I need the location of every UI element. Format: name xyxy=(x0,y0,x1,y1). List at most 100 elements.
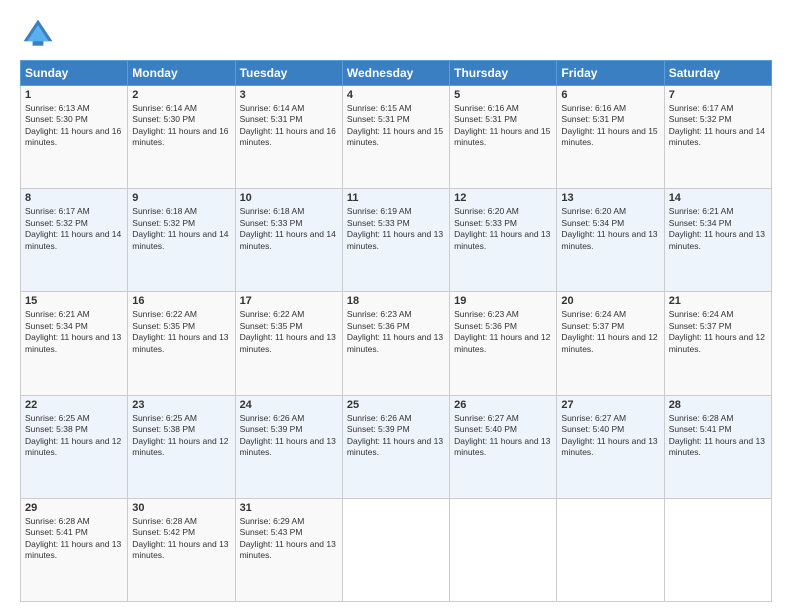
day-number: 10 xyxy=(240,192,338,204)
calendar-cell: 13 Sunrise: 6:20 AM Sunset: 5:34 PM Dayl… xyxy=(557,189,664,292)
week-row-3: 15 Sunrise: 6:21 AM Sunset: 5:34 PM Dayl… xyxy=(21,292,772,395)
logo-icon xyxy=(20,16,56,52)
header xyxy=(20,16,772,52)
day-info: Sunrise: 6:24 AM Sunset: 5:37 PM Dayligh… xyxy=(561,309,659,355)
day-info: Sunrise: 6:18 AM Sunset: 5:33 PM Dayligh… xyxy=(240,206,338,252)
calendar-cell: 28 Sunrise: 6:28 AM Sunset: 5:41 PM Dayl… xyxy=(664,395,771,498)
day-info: Sunrise: 6:25 AM Sunset: 5:38 PM Dayligh… xyxy=(132,413,230,459)
day-info: Sunrise: 6:23 AM Sunset: 5:36 PM Dayligh… xyxy=(454,309,552,355)
day-info: Sunrise: 6:21 AM Sunset: 5:34 PM Dayligh… xyxy=(25,309,123,355)
col-header-friday: Friday xyxy=(557,61,664,86)
logo xyxy=(20,16,60,52)
day-number: 12 xyxy=(454,192,552,204)
calendar-cell: 20 Sunrise: 6:24 AM Sunset: 5:37 PM Dayl… xyxy=(557,292,664,395)
day-info: Sunrise: 6:14 AM Sunset: 5:30 PM Dayligh… xyxy=(132,103,230,149)
calendar-cell: 16 Sunrise: 6:22 AM Sunset: 5:35 PM Dayl… xyxy=(128,292,235,395)
col-header-thursday: Thursday xyxy=(450,61,557,86)
day-number: 23 xyxy=(132,399,230,411)
day-number: 24 xyxy=(240,399,338,411)
day-info: Sunrise: 6:28 AM Sunset: 5:41 PM Dayligh… xyxy=(25,516,123,562)
col-header-tuesday: Tuesday xyxy=(235,61,342,86)
calendar-cell: 19 Sunrise: 6:23 AM Sunset: 5:36 PM Dayl… xyxy=(450,292,557,395)
day-info: Sunrise: 6:26 AM Sunset: 5:39 PM Dayligh… xyxy=(240,413,338,459)
day-info: Sunrise: 6:22 AM Sunset: 5:35 PM Dayligh… xyxy=(240,309,338,355)
day-info: Sunrise: 6:25 AM Sunset: 5:38 PM Dayligh… xyxy=(25,413,123,459)
calendar-table: SundayMondayTuesdayWednesdayThursdayFrid… xyxy=(20,60,772,602)
calendar-cell: 6 Sunrise: 6:16 AM Sunset: 5:31 PM Dayli… xyxy=(557,86,664,189)
day-number: 31 xyxy=(240,502,338,514)
calendar-cell xyxy=(557,498,664,601)
calendar-cell: 21 Sunrise: 6:24 AM Sunset: 5:37 PM Dayl… xyxy=(664,292,771,395)
day-info: Sunrise: 6:28 AM Sunset: 5:42 PM Dayligh… xyxy=(132,516,230,562)
week-row-1: 1 Sunrise: 6:13 AM Sunset: 5:30 PM Dayli… xyxy=(21,86,772,189)
day-info: Sunrise: 6:22 AM Sunset: 5:35 PM Dayligh… xyxy=(132,309,230,355)
day-number: 26 xyxy=(454,399,552,411)
day-number: 7 xyxy=(669,89,767,101)
day-number: 18 xyxy=(347,295,445,307)
header-row: SundayMondayTuesdayWednesdayThursdayFrid… xyxy=(21,61,772,86)
calendar-cell: 22 Sunrise: 6:25 AM Sunset: 5:38 PM Dayl… xyxy=(21,395,128,498)
day-number: 28 xyxy=(669,399,767,411)
day-number: 19 xyxy=(454,295,552,307)
calendar-cell: 2 Sunrise: 6:14 AM Sunset: 5:30 PM Dayli… xyxy=(128,86,235,189)
col-header-sunday: Sunday xyxy=(21,61,128,86)
day-info: Sunrise: 6:29 AM Sunset: 5:43 PM Dayligh… xyxy=(240,516,338,562)
calendar-cell: 26 Sunrise: 6:27 AM Sunset: 5:40 PM Dayl… xyxy=(450,395,557,498)
day-number: 30 xyxy=(132,502,230,514)
day-number: 29 xyxy=(25,502,123,514)
day-number: 22 xyxy=(25,399,123,411)
day-number: 25 xyxy=(347,399,445,411)
day-number: 1 xyxy=(25,89,123,101)
day-info: Sunrise: 6:27 AM Sunset: 5:40 PM Dayligh… xyxy=(454,413,552,459)
day-info: Sunrise: 6:16 AM Sunset: 5:31 PM Dayligh… xyxy=(454,103,552,149)
calendar-cell: 8 Sunrise: 6:17 AM Sunset: 5:32 PM Dayli… xyxy=(21,189,128,292)
calendar-cell: 14 Sunrise: 6:21 AM Sunset: 5:34 PM Dayl… xyxy=(664,189,771,292)
calendar-cell: 11 Sunrise: 6:19 AM Sunset: 5:33 PM Dayl… xyxy=(342,189,449,292)
calendar-cell: 12 Sunrise: 6:20 AM Sunset: 5:33 PM Dayl… xyxy=(450,189,557,292)
day-number: 16 xyxy=(132,295,230,307)
day-info: Sunrise: 6:19 AM Sunset: 5:33 PM Dayligh… xyxy=(347,206,445,252)
day-info: Sunrise: 6:20 AM Sunset: 5:33 PM Dayligh… xyxy=(454,206,552,252)
calendar-cell: 17 Sunrise: 6:22 AM Sunset: 5:35 PM Dayl… xyxy=(235,292,342,395)
day-info: Sunrise: 6:13 AM Sunset: 5:30 PM Dayligh… xyxy=(25,103,123,149)
day-info: Sunrise: 6:27 AM Sunset: 5:40 PM Dayligh… xyxy=(561,413,659,459)
calendar-cell: 25 Sunrise: 6:26 AM Sunset: 5:39 PM Dayl… xyxy=(342,395,449,498)
calendar-cell: 27 Sunrise: 6:27 AM Sunset: 5:40 PM Dayl… xyxy=(557,395,664,498)
calendar-cell: 31 Sunrise: 6:29 AM Sunset: 5:43 PM Dayl… xyxy=(235,498,342,601)
day-number: 9 xyxy=(132,192,230,204)
calendar-cell xyxy=(450,498,557,601)
calendar-cell: 1 Sunrise: 6:13 AM Sunset: 5:30 PM Dayli… xyxy=(21,86,128,189)
col-header-monday: Monday xyxy=(128,61,235,86)
calendar-cell: 29 Sunrise: 6:28 AM Sunset: 5:41 PM Dayl… xyxy=(21,498,128,601)
col-header-saturday: Saturday xyxy=(664,61,771,86)
day-info: Sunrise: 6:28 AM Sunset: 5:41 PM Dayligh… xyxy=(669,413,767,459)
day-info: Sunrise: 6:17 AM Sunset: 5:32 PM Dayligh… xyxy=(669,103,767,149)
day-info: Sunrise: 6:24 AM Sunset: 5:37 PM Dayligh… xyxy=(669,309,767,355)
calendar-cell: 10 Sunrise: 6:18 AM Sunset: 5:33 PM Dayl… xyxy=(235,189,342,292)
day-number: 3 xyxy=(240,89,338,101)
calendar-cell: 4 Sunrise: 6:15 AM Sunset: 5:31 PM Dayli… xyxy=(342,86,449,189)
day-number: 21 xyxy=(669,295,767,307)
week-row-5: 29 Sunrise: 6:28 AM Sunset: 5:41 PM Dayl… xyxy=(21,498,772,601)
page: SundayMondayTuesdayWednesdayThursdayFrid… xyxy=(0,0,792,612)
day-number: 17 xyxy=(240,295,338,307)
calendar-cell: 15 Sunrise: 6:21 AM Sunset: 5:34 PM Dayl… xyxy=(21,292,128,395)
day-number: 11 xyxy=(347,192,445,204)
calendar-cell: 23 Sunrise: 6:25 AM Sunset: 5:38 PM Dayl… xyxy=(128,395,235,498)
day-info: Sunrise: 6:15 AM Sunset: 5:31 PM Dayligh… xyxy=(347,103,445,149)
day-info: Sunrise: 6:23 AM Sunset: 5:36 PM Dayligh… xyxy=(347,309,445,355)
calendar-cell: 18 Sunrise: 6:23 AM Sunset: 5:36 PM Dayl… xyxy=(342,292,449,395)
week-row-2: 8 Sunrise: 6:17 AM Sunset: 5:32 PM Dayli… xyxy=(21,189,772,292)
col-header-wednesday: Wednesday xyxy=(342,61,449,86)
day-number: 20 xyxy=(561,295,659,307)
week-row-4: 22 Sunrise: 6:25 AM Sunset: 5:38 PM Dayl… xyxy=(21,395,772,498)
calendar-cell: 3 Sunrise: 6:14 AM Sunset: 5:31 PM Dayli… xyxy=(235,86,342,189)
day-number: 14 xyxy=(669,192,767,204)
day-info: Sunrise: 6:14 AM Sunset: 5:31 PM Dayligh… xyxy=(240,103,338,149)
day-number: 13 xyxy=(561,192,659,204)
calendar-cell xyxy=(342,498,449,601)
day-info: Sunrise: 6:18 AM Sunset: 5:32 PM Dayligh… xyxy=(132,206,230,252)
day-number: 4 xyxy=(347,89,445,101)
day-info: Sunrise: 6:17 AM Sunset: 5:32 PM Dayligh… xyxy=(25,206,123,252)
day-number: 27 xyxy=(561,399,659,411)
